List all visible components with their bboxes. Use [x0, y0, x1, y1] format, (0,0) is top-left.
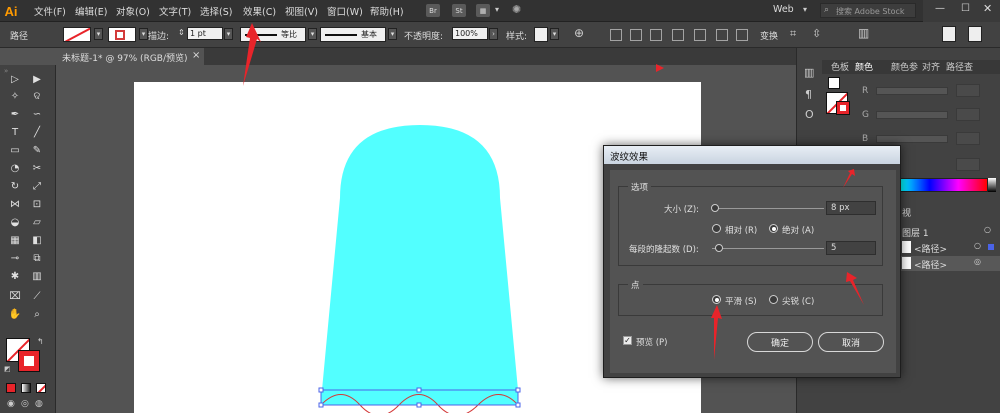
red-arrow — [843, 169, 855, 188]
red-arrow — [243, 23, 261, 86]
annotation-overlay — [243, 23, 864, 360]
red-arrow — [846, 272, 864, 305]
red-arrow — [656, 64, 664, 72]
red-arrow — [711, 305, 722, 360]
